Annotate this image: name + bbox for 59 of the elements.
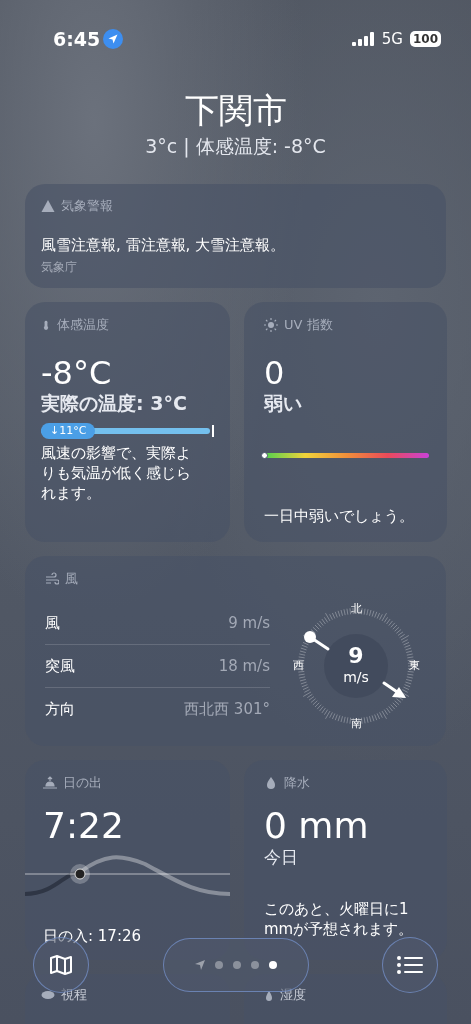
card-title: 気象警報 [61,197,113,215]
card-title: 日の出 [63,774,102,793]
location-arrow-icon[interactable] [194,960,205,970]
alert-source: 気象庁 [41,259,78,276]
city-name: 下関市 [184,90,287,130]
compass-label: 北 [350,602,362,616]
list-icon [397,955,423,975]
temperature-summary: 3°c | 体感温度: -8°C [145,134,326,160]
uv-rating: 弱い [264,391,303,417]
compass-label: 南 [350,717,362,731]
wind-value: 9 m/s [228,614,270,634]
battery-level: 100 [409,31,441,47]
uv-value: 0 [264,356,286,392]
precipitation-period: 今日 [264,845,299,869]
map-icon [49,953,73,977]
feels-like-value: -8°C [41,356,113,392]
card-title: 風 [65,570,78,589]
temperature-difference: ↓11°C [41,423,96,440]
page-dot[interactable] [268,961,277,969]
sun-icon [264,318,278,332]
wind-value: 18 m/s [218,657,270,677]
actual-temperature: 実際の温度: 3°C [41,391,188,417]
feels-like-card[interactable]: 体感温度 -8°C 実際の温度: 3°C ↓11°C 風速の影響で、実際よりも気温が低く感じられます。 [25,302,230,543]
uv-card[interactable]: UV 指数 0 弱い 一日中弱いでしょう。 [244,302,447,543]
wind-label: 方向 [45,700,75,720]
wind-label: 風 [45,614,60,634]
list-button[interactable] [382,937,438,993]
feels-like-description: 風速の影響で、実際よりも気温が低く感じられます。 [41,443,191,504]
page-dot[interactable] [250,961,259,969]
wind-unit: m/s [343,669,369,686]
alert-card[interactable]: 気象警報 風雪注意報, 雷注意報, 大雪注意報。 気象庁 [25,184,446,288]
network-type: 5G [381,30,403,48]
location-icon [103,29,124,49]
wind-card[interactable]: 風 風 9 m/s 突風 18 m/s 方向 西北西 301° 北 東 南 西 9 m/s [25,556,446,747]
alert-text: 風雪注意報, 雷注意報, 大雪注意報。 [41,235,287,255]
signal-icon [351,32,374,46]
page-dot[interactable] [232,961,241,969]
sunset-time: 日の入: 17:26 [42,925,143,946]
temperature-tick [212,425,214,438]
compass-label: 西 [292,659,304,673]
wind-label: 突風 [45,657,75,677]
warning-icon [41,199,55,213]
wind-value: 西北西 301° [184,700,270,720]
card-title: 体感温度 [57,316,109,334]
card-title: 湿度 [280,985,306,1004]
raindrop-icon [264,776,278,791]
wind-speed: 9 [348,643,364,669]
sunrise-time: 7:22 [43,806,125,846]
compass-label: 東 [408,659,420,673]
page-dot[interactable] [214,961,223,969]
uv-description: 一日中弱いでしょう。 [264,506,415,527]
thermometer-icon [41,318,51,332]
precipitation-description: このあと、火曜日に1 mmが予想されます。 [264,898,415,939]
card-title: 降水 [284,774,310,793]
card-title: 視程 [61,985,87,1004]
wind-icon [45,572,59,587]
precipitation-value: 0 mm [264,806,370,846]
card-title: UV 指数 [284,316,333,334]
status-time: 6:45 [53,28,101,50]
